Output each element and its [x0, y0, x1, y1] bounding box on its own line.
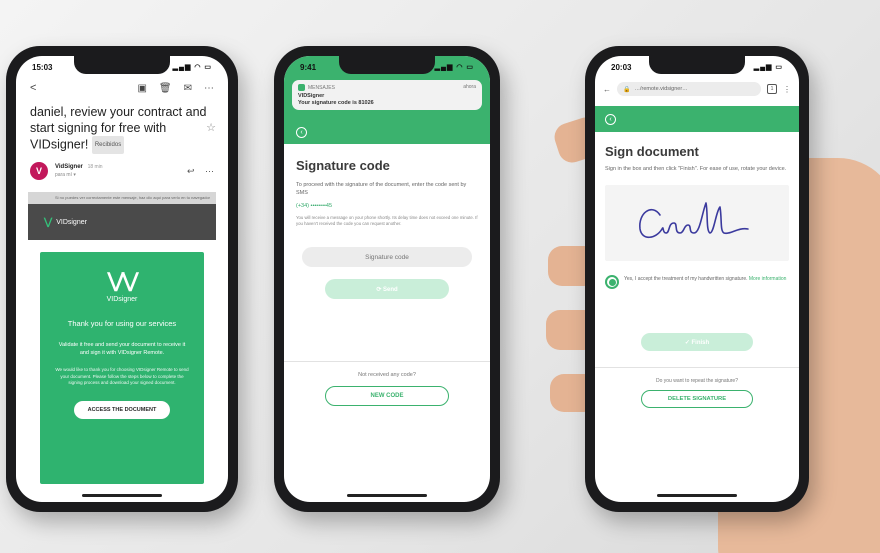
notification-title: VIDSigner	[298, 93, 325, 99]
back-icon[interactable]: ‹	[296, 127, 307, 138]
more-icon[interactable]: ⋯	[205, 166, 214, 176]
divider	[284, 361, 490, 362]
sms-notification[interactable]: MENSAJES ahora VIDSigner Your signature …	[292, 80, 482, 110]
sender-name: VidSigner 18 min	[55, 164, 103, 170]
note-text: You will receive a message on your phone…	[296, 215, 478, 226]
sender-to[interactable]: para mí ▾	[55, 172, 179, 178]
status-time: 15:03	[32, 62, 53, 72]
inbox-tag: Recibidos	[91, 136, 125, 154]
status-icons: ▂▄▆ ◠ ▭	[172, 64, 212, 71]
sender-time: 18 min	[87, 164, 103, 170]
status-icons: ▂▄▆ ◠ ▭	[434, 64, 474, 71]
mail-banner[interactable]: Si no puedes ver correctamente este mens…	[28, 192, 216, 204]
phone-number: (+34) ••••••••45	[296, 203, 333, 209]
more-icon[interactable]: ⋯	[204, 83, 214, 94]
back-icon[interactable]: <	[30, 82, 36, 94]
finish-button[interactable]: ✓ Finish	[641, 333, 753, 351]
mail-brandbar: ⋁ VIDsigner	[28, 204, 216, 240]
mail-icon[interactable]: ✉	[184, 83, 192, 94]
browser-bar: ← 🔒 …/remote.vidsigner… 1 ⋮	[595, 78, 799, 100]
signature-code-body: Signature code To proceed with the signa…	[284, 144, 490, 299]
vidsigner-logo-icon: ⋁⋁	[107, 270, 139, 292]
url-bar[interactable]: 🔒 …/remote.vidsigner…	[617, 82, 761, 96]
avatar: V	[30, 162, 48, 180]
url-text: …/remote.vidsigner…	[634, 86, 688, 92]
status-time: 20:03	[611, 62, 632, 72]
card-text: Validate it free and send your document …	[58, 342, 186, 356]
status-time: 9:41	[300, 62, 317, 72]
access-document-button[interactable]: ACCESS THE DOCUMENT	[73, 400, 171, 419]
card-brand-name: VIDsigner	[106, 296, 138, 303]
signature-pad[interactable]	[605, 185, 789, 261]
mail-toolbar: < ▣ 🗑 ✉ ⋯	[16, 78, 228, 98]
messages-icon	[298, 84, 305, 91]
status-icons: ▂▄▆ ▭	[753, 64, 783, 71]
intro-text: To proceed with the signature of the doc…	[296, 182, 467, 196]
delete-signature-button[interactable]: DELETE SIGNATURE	[641, 390, 753, 408]
notification-app: MENSAJES	[298, 84, 335, 91]
menu-icon[interactable]: ⋮	[783, 85, 791, 94]
accept-row: Yes, I accept the treatment of my handwr…	[605, 275, 789, 289]
card-text: We would like to thank you for choosing …	[55, 367, 189, 385]
lock-icon: 🔒	[623, 86, 631, 93]
signature-code-input[interactable]	[302, 247, 472, 267]
browser-back-icon[interactable]: ←	[603, 85, 611, 94]
sign-document-body: Sign document Sign in the box and then c…	[595, 132, 799, 351]
page-title: Signature code	[296, 158, 390, 173]
sender-info: VidSigner 18 min para mí ▾	[55, 164, 179, 178]
home-indicator[interactable]	[347, 494, 427, 497]
phone-notch	[339, 56, 435, 74]
new-code-button[interactable]: NEW CODE	[325, 386, 449, 406]
vidsigner-logo-icon: ⋁	[44, 216, 53, 228]
mail-card: ⋁⋁ VIDsigner Thank you for using our ser…	[40, 252, 204, 484]
phone-notch	[649, 56, 745, 74]
phone-screen: 9:41 ▂▄▆ ◠ ▭ MENSAJES ahora VIDSigner Yo…	[284, 56, 490, 502]
mail-subject: daniel, review your contract and start s…	[16, 98, 228, 154]
home-indicator[interactable]	[657, 494, 737, 497]
phone-sign-document: 20:03 ▂▄▆ ▭ ← 🔒 …/remote.vidsigner… 1 ⋮ …	[585, 46, 809, 512]
accept-text: Yes, I accept the treatment of my handwr…	[624, 276, 787, 282]
archive-icon[interactable]: ▣	[137, 83, 146, 94]
intro-text: Sign in the box and then click "Finish".…	[605, 166, 787, 172]
phone-screen: 20:03 ▂▄▆ ▭ ← 🔒 …/remote.vidsigner… 1 ⋮ …	[595, 56, 799, 502]
divider	[595, 367, 799, 368]
brand-name: VIDsigner	[56, 218, 87, 226]
phone-notch	[74, 56, 170, 74]
not-received-text: Not received any code?	[358, 372, 416, 378]
handwritten-signature	[639, 202, 749, 239]
notification-body: Your signature code is 81026	[298, 100, 374, 106]
phone-signature-code: 9:41 ▂▄▆ ◠ ▭ MENSAJES ahora VIDSigner Yo…	[274, 46, 500, 512]
sender-row: V VidSigner 18 min para mí ▾ ↩ ⋯	[16, 154, 228, 188]
trash-icon[interactable]: 🗑	[159, 83, 172, 94]
home-indicator[interactable]	[82, 494, 162, 497]
green-header: ‹	[595, 106, 799, 132]
send-button[interactable]: ⟳ Send	[325, 279, 449, 299]
card-thanks: Thank you for using our services	[67, 319, 177, 328]
page-title: Sign document	[605, 144, 699, 159]
repeat-question: Do you want to repeat the signature?	[656, 378, 738, 384]
phone-email: 15:03 ▂▄▆ ◠ ▭ < ▣ 🗑 ✉ ⋯ daniel, review y…	[6, 46, 238, 512]
back-icon[interactable]: ‹	[605, 114, 616, 125]
star-icon[interactable]: ☆	[206, 120, 216, 136]
phone-screen: 15:03 ▂▄▆ ◠ ▭ < ▣ 🗑 ✉ ⋯ daniel, review y…	[16, 56, 228, 502]
accept-radio[interactable]	[605, 275, 619, 289]
sender-actions: ↩ ⋯	[179, 166, 214, 177]
notification-time: ahora	[463, 84, 476, 90]
more-information-link[interactable]: More information	[749, 276, 787, 282]
tabs-icon[interactable]: 1	[767, 84, 777, 94]
notification-header: MENSAJES ahora	[298, 84, 476, 91]
reply-icon[interactable]: ↩	[187, 166, 195, 176]
